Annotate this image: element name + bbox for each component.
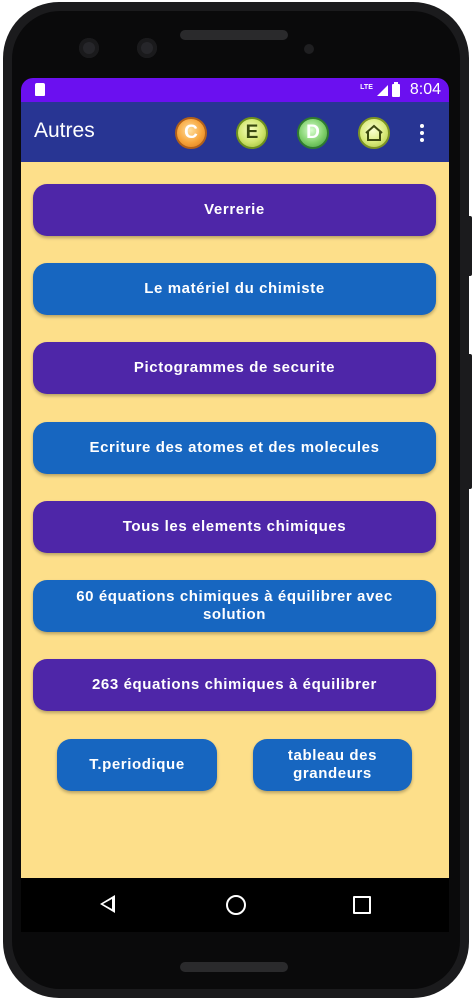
- clock: 8:04: [409, 81, 441, 98]
- document-d-icon[interactable]: D: [297, 117, 329, 149]
- volume-button: [467, 354, 472, 489]
- equations-60-button[interactable]: 60 équations chimiques à équilibrer avec…: [33, 580, 436, 632]
- verrerie-button[interactable]: Verrerie: [33, 184, 436, 236]
- main-content: Verrerie Le matériel du chimiste Pictogr…: [21, 162, 449, 878]
- elements-chimiques-button[interactable]: Tous les elements chimiques: [33, 501, 436, 553]
- power-button: [467, 216, 472, 276]
- status-right: LTE 8:04: [360, 80, 441, 100]
- periodic-table-button[interactable]: T.periodique: [57, 739, 217, 791]
- page-title: Autres: [34, 119, 95, 142]
- battery-icon: [391, 81, 400, 97]
- navigation-bar: [21, 878, 449, 932]
- screen: LTE 8:04 Autres C E D Verrerie Le matéri…: [21, 78, 449, 932]
- recent-apps-icon[interactable]: [353, 896, 371, 914]
- signal-icon: [376, 84, 388, 96]
- materiel-chimiste-button[interactable]: Le matériel du chimiste: [33, 263, 436, 315]
- quantities-table-button[interactable]: tableau des grandeurs: [253, 739, 412, 791]
- bottom-speaker: [180, 962, 288, 972]
- pictogrammes-button[interactable]: Pictogrammes de securite: [33, 342, 436, 394]
- front-camera: [79, 38, 99, 58]
- earpiece-speaker: [180, 30, 288, 40]
- overflow-menu-icon[interactable]: [420, 124, 424, 142]
- proximity-sensor: [304, 44, 314, 54]
- course-c-icon[interactable]: C: [175, 117, 207, 149]
- equations-263-button[interactable]: 263 équations chimiques à équilibrer: [33, 659, 436, 711]
- home-nav-icon[interactable]: [226, 895, 246, 915]
- sd-card-icon: [35, 83, 45, 96]
- exercise-e-icon[interactable]: E: [236, 117, 268, 149]
- house-glyph: [365, 124, 383, 141]
- ecriture-atomes-button[interactable]: Ecriture des atomes et des molecules: [33, 422, 436, 474]
- app-bar: Autres C E D: [21, 102, 449, 162]
- front-sensor: [137, 38, 157, 58]
- back-icon-inner: [103, 899, 112, 909]
- status-bar: LTE 8:04: [21, 78, 449, 102]
- lte-indicator: LTE: [360, 83, 373, 91]
- home-icon[interactable]: [358, 117, 390, 149]
